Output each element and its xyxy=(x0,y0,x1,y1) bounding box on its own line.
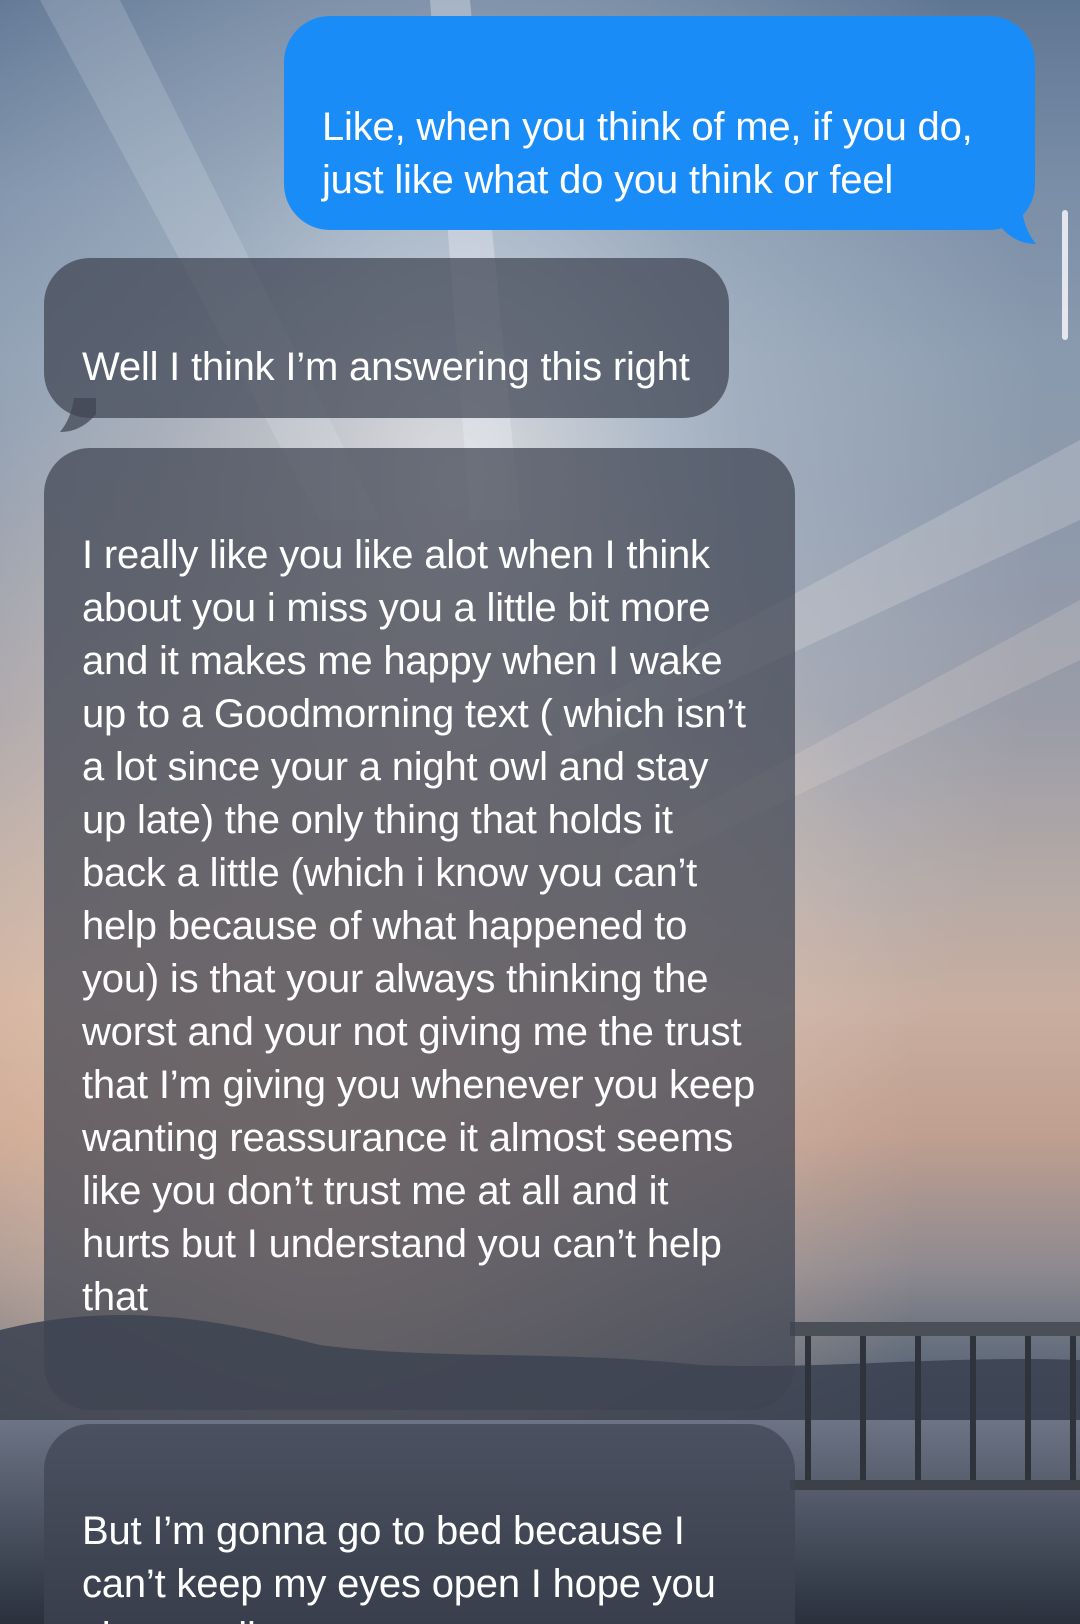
message-text: Like, when you think of me, if you do, j… xyxy=(322,105,973,202)
message-bubble-received[interactable]: But I’m gonna go to bed because I can’t … xyxy=(44,1424,795,1624)
message-text: Well I think I’m answering this right xyxy=(82,345,690,389)
scroll-indicator[interactable] xyxy=(1062,210,1068,340)
message-bubble-received[interactable]: Well I think I’m answering this right xyxy=(44,258,729,418)
message-text: I really like you like alot when I think… xyxy=(82,533,755,1319)
message-bubble-received[interactable]: I really like you like alot when I think… xyxy=(44,448,795,1410)
message-bubble-sent[interactable]: Like, when you think of me, if you do, j… xyxy=(284,16,1035,230)
message-text: But I’m gonna go to bed because I can’t … xyxy=(82,1509,716,1624)
received-bubble-tail xyxy=(60,398,96,432)
sent-bubble-tail xyxy=(1000,210,1036,244)
